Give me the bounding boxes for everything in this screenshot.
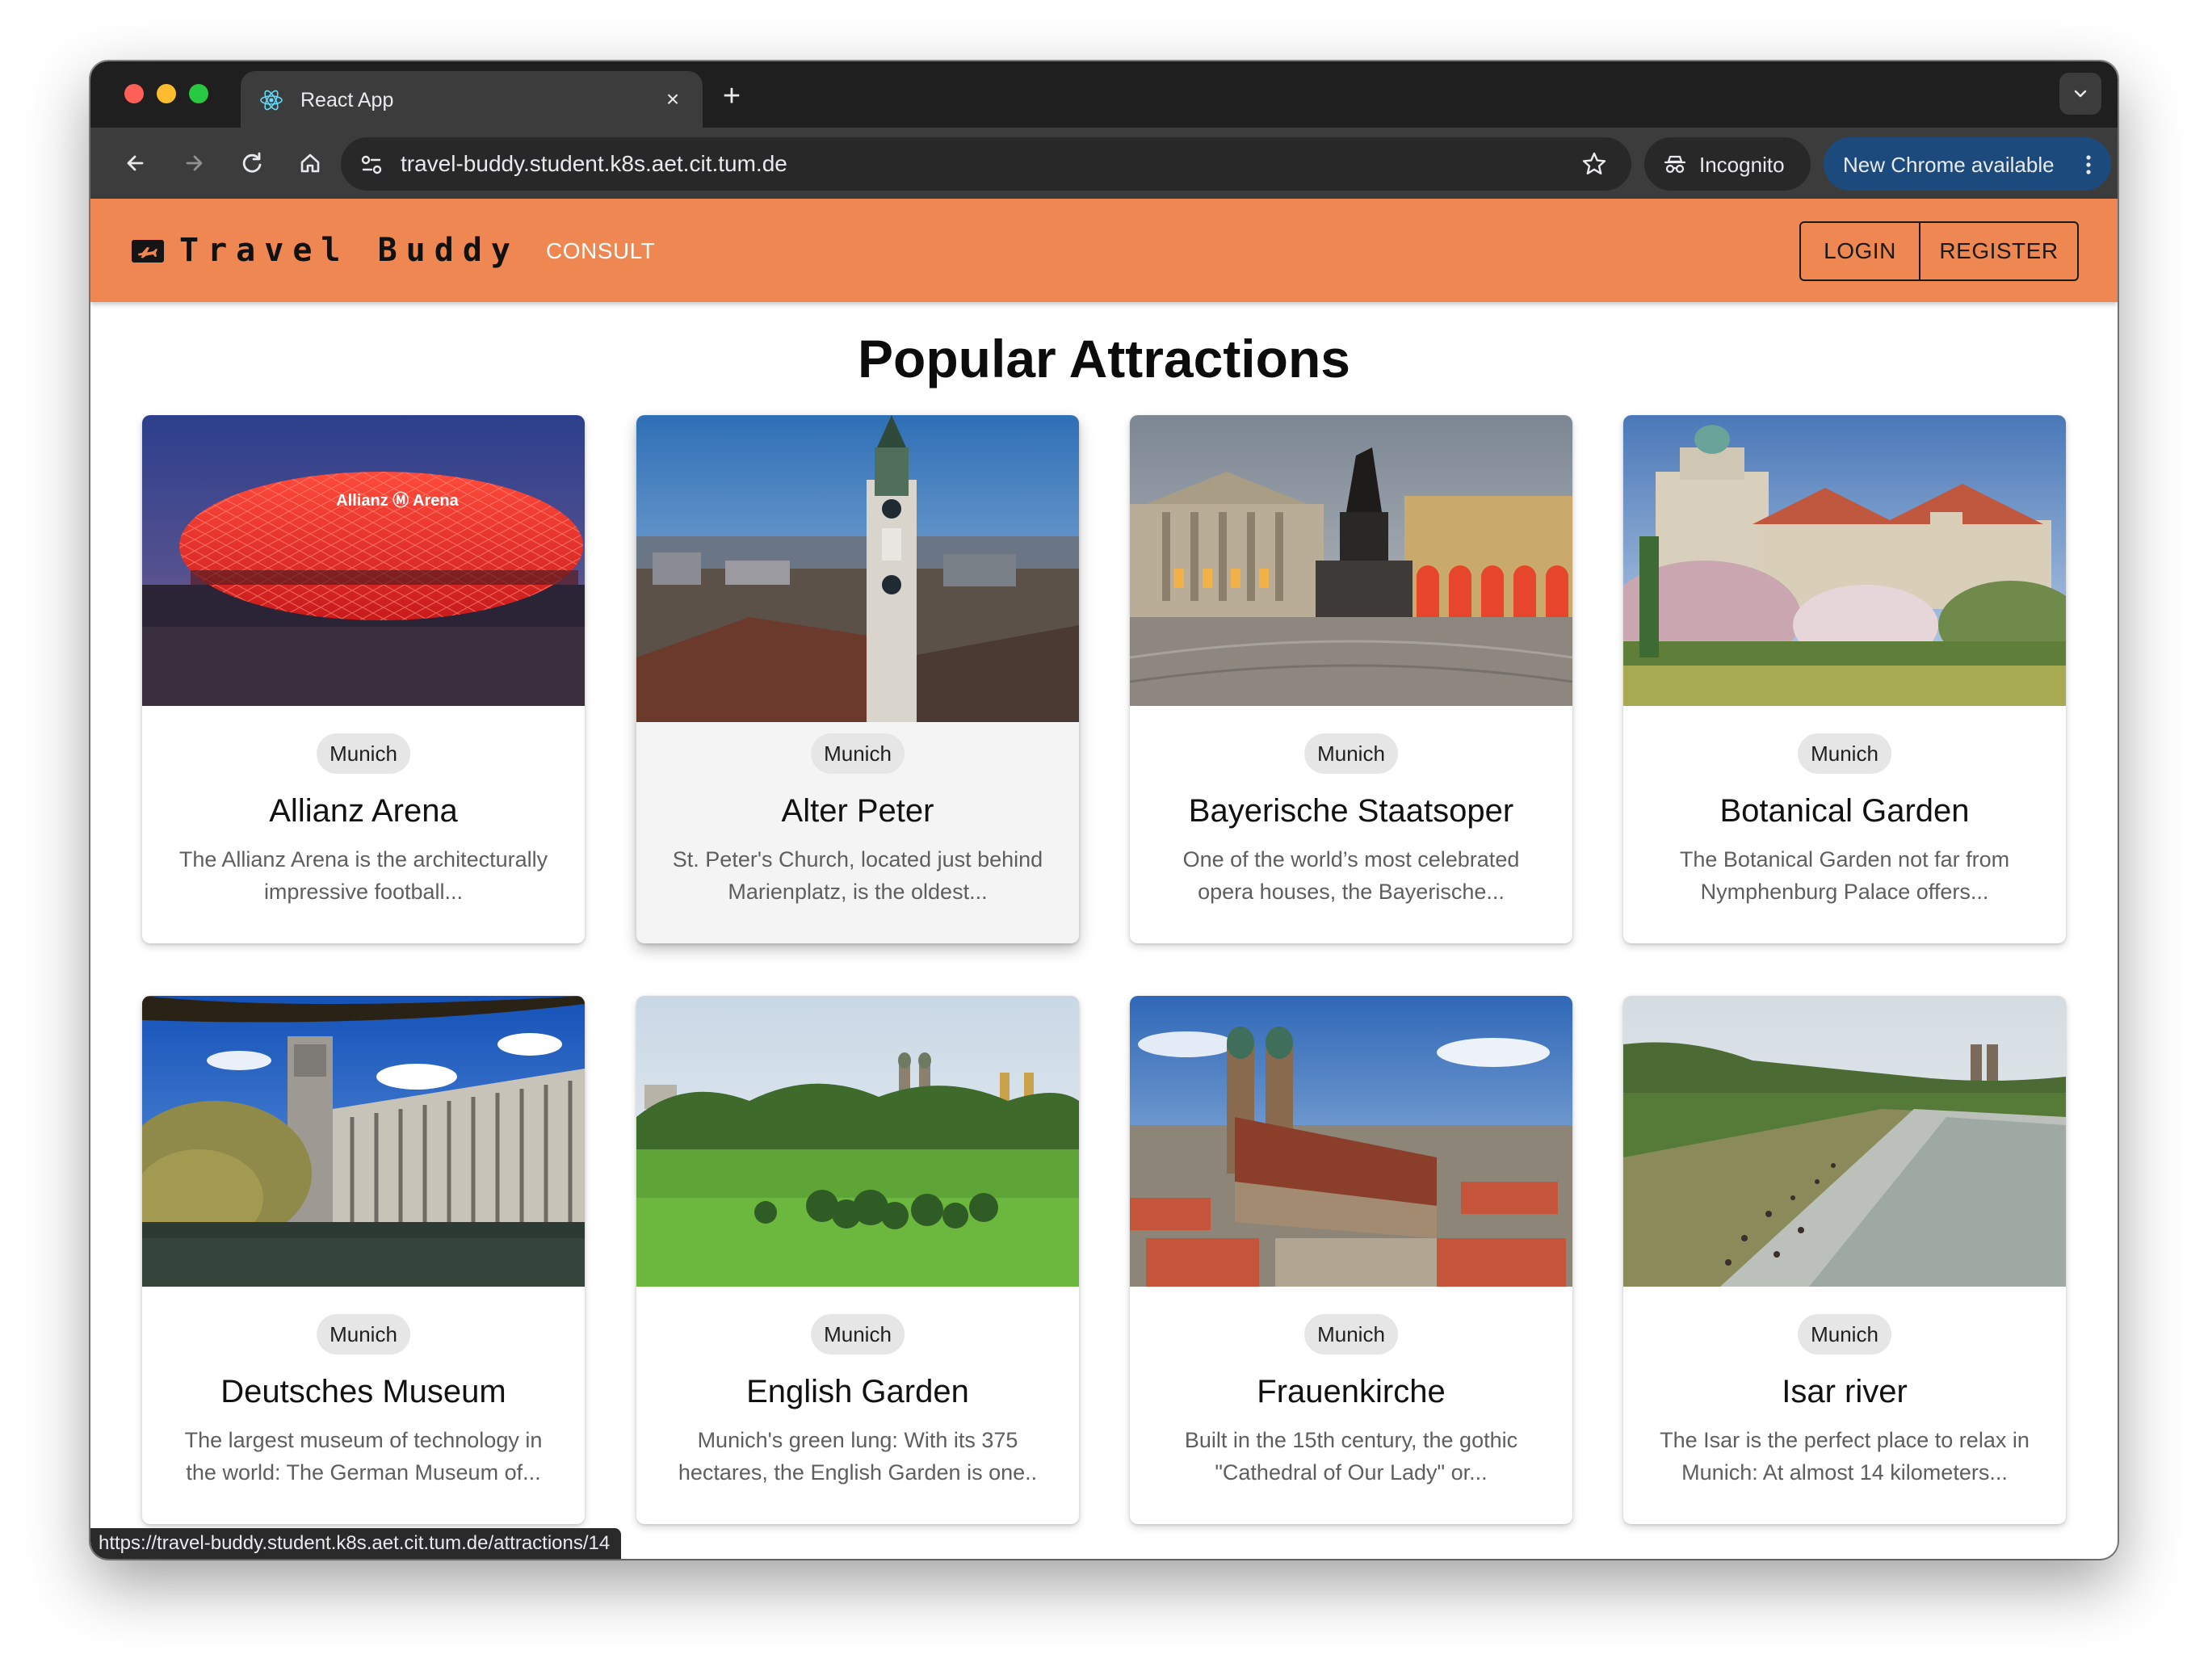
attraction-card[interactable]: Munich Bayerische Staatsoper One of the … [1130,415,1572,943]
incognito-icon [1664,155,1686,174]
url-text: travel-buddy.student.k8s.aet.cit.tum.de [401,151,787,176]
login-button[interactable]: LOGIN [1801,223,1920,279]
chrome-update-button[interactable]: New Chrome available [1824,137,2111,191]
maximize-window-button[interactable] [189,84,208,103]
attraction-title: English Garden [746,1374,969,1409]
tab-search-button[interactable] [2059,73,2101,115]
attraction-card[interactable]: Allianz Ⓜ Arena Munich Allianz Arena The… [142,415,585,943]
attraction-card[interactable]: Munich Frauenkirche Built in the 15th ce… [1130,996,1572,1524]
new-tab-button[interactable]: + [716,81,748,113]
attraction-card[interactable]: Munich Botanical Garden The Botanical Ga… [1623,415,2066,943]
attraction-title: Allianz Arena [269,793,458,829]
attraction-photo [1130,415,1572,706]
city-chip: Munich [1798,733,1891,774]
attraction-photo [636,415,1079,722]
incognito-indicator[interactable]: Incognito [1644,137,1811,191]
app-logo-text[interactable]: Travel Buddy [179,229,519,271]
attraction-photo [636,996,1079,1287]
city-chip: Munich [1798,1314,1891,1354]
chevron-down-icon [2074,90,2087,98]
city-chip: Munich [811,1314,905,1354]
attraction-card[interactable]: Munich English Garden Munich's green lun… [636,996,1079,1524]
attraction-description: Built in the 15th century, the gothic "C… [1184,1428,1518,1485]
city-chip: Munich [1304,733,1398,774]
city-chip: Munich [1304,1314,1398,1354]
airplane-ticket-icon[interactable] [131,239,165,263]
attraction-description: Munich's green lung: With its 375 hectar… [678,1428,1038,1485]
attraction-photo [1623,415,2066,706]
attraction-photo [1623,996,2066,1287]
browser-toolbar: travel-buddy.student.k8s.aet.cit.tum.de … [90,128,2118,199]
attraction-description: St. Peter's Church, located just behind … [672,847,1043,904]
arrow-left-icon [127,155,144,171]
attraction-title: Alter Peter [781,793,934,829]
minimize-window-button[interactable] [157,84,176,103]
tab-close-icon[interactable]: × [659,86,686,113]
attraction-description: The Isar is the perfect place to relax i… [1660,1428,2030,1485]
reload-button[interactable] [234,145,270,181]
arrow-right-icon [186,155,203,171]
register-button[interactable]: REGISTER [1920,223,2077,279]
city-chip: Munich [811,733,905,774]
attraction-title: Bayerische Staatsoper [1188,793,1514,829]
attraction-description: The Allianz Arena is the architecturally… [178,847,548,904]
home-button[interactable] [292,145,328,181]
browser-window: React App × + travel-buddy.student.k8s.a… [90,61,2118,1559]
home-icon [300,153,320,173]
attraction-card[interactable]: Munich Isar river The Isar is the perfec… [1623,996,2066,1524]
tab-title: React App [300,89,394,111]
arena-sign-text: Allianz Ⓜ Arena [336,491,459,510]
active-tab[interactable]: React App × [241,71,703,128]
attraction-photo: Allianz Ⓜ Arena [142,415,585,706]
reload-icon [242,152,262,173]
update-label: New Chrome available [1843,153,2055,177]
bookmark-star-icon[interactable] [1578,148,1610,180]
attraction-description: One of the world’s most celebrated opera… [1182,847,1520,904]
city-chip: Munich [317,733,410,774]
auth-button-group: LOGIN REGISTER [1799,221,2079,281]
attraction-card[interactable]: Munich Deutsches Museum The largest muse… [142,996,585,1524]
attraction-photo [142,996,585,1287]
attraction-title: Botanical Garden [1719,793,1970,829]
attraction-title: Frauenkirche [1257,1374,1446,1409]
incognito-label: Incognito [1699,153,1785,177]
attraction-photo [1130,996,1572,1287]
kebab-menu-icon [2086,155,2091,174]
tab-strip: React App × + [90,61,2118,128]
city-chip: Munich [317,1314,410,1354]
react-icon [260,90,283,111]
nav-consult-link[interactable]: CONSULT [546,237,655,265]
forward-button[interactable] [176,145,212,181]
site-settings-icon [361,155,382,174]
link-status-bubble: https://travel-buddy.student.k8s.aet.cit… [90,1528,622,1559]
back-button[interactable] [118,145,153,181]
attraction-title: Isar river [1782,1374,1908,1409]
attraction-card[interactable]: Munich Alter Peter St. Peter's Church, l… [636,415,1079,943]
close-window-button[interactable] [124,84,144,103]
page-title: Popular Attractions [858,329,1350,388]
app-header: Travel Buddy CONSULT LOGIN REGISTER [90,199,2118,302]
attraction-description: The Botanical Garden not far from Nymphe… [1679,847,2010,904]
attraction-title: Deutsches Museum [220,1374,506,1409]
address-bar[interactable]: travel-buddy.student.k8s.aet.cit.tum.de [341,137,1631,191]
attraction-description: The largest museum of technology in the … [184,1428,543,1485]
